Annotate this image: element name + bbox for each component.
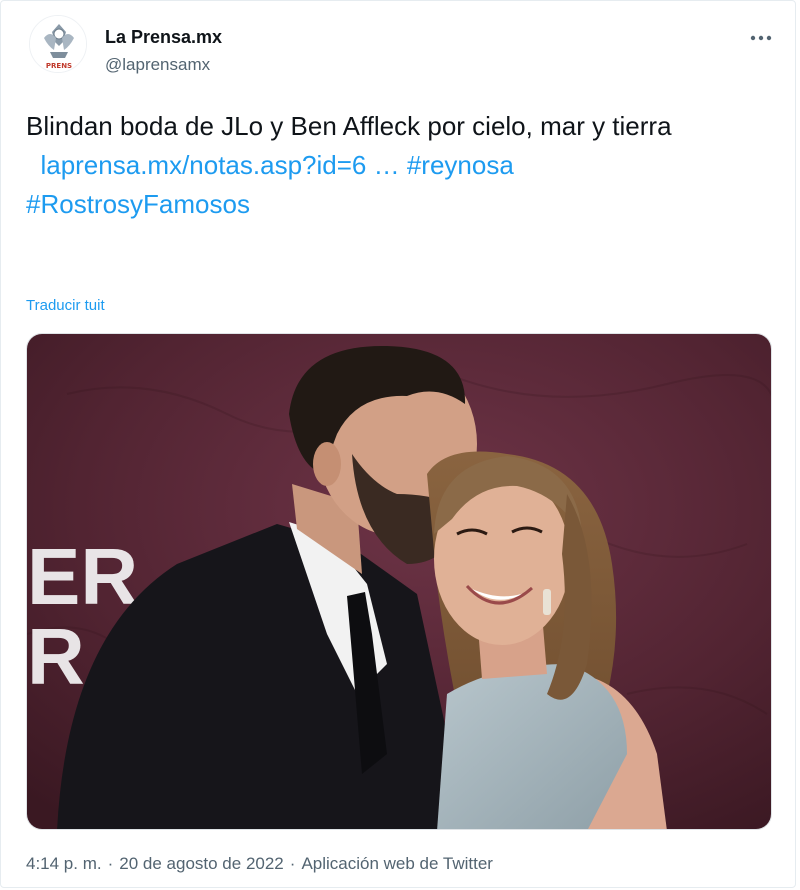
meta-separator: · [107,854,114,873]
author-handle[interactable]: @laprensamx [105,55,210,75]
tweet-text: Blindan boda de JLo y Ben Affleck por ci… [26,107,766,224]
more-options-button[interactable] [741,23,781,53]
author-name[interactable]: La Prensa.mx [105,27,222,48]
hashtag-rostrosyfamosos[interactable]: #RostrosyFamosos [26,189,250,219]
meta-separator: · [289,854,296,873]
tweet-meta: 4:14 p. m. · 20 de agosto de 2022 · Aplicaci… [26,854,493,874]
author-avatar[interactable]: PRENS [29,15,87,73]
tweet-photo[interactable]: ER R [26,333,772,830]
hashtag-reynosa[interactable]: #reynosa [407,150,514,180]
backdrop-text-er: ER [27,532,138,621]
tweet-source[interactable]: Aplicación web de Twitter [301,854,493,873]
tweet-link[interactable]: laprensa.mx/notas.asp?id=6 … [40,150,399,180]
tweet-time[interactable]: 4:14 p. m. [26,854,102,873]
backdrop-text-r: R [27,612,85,701]
la-prensa-logo-icon: PRENS [30,16,86,72]
tweet-text-body: Blindan boda de JLo y Ben Affleck por ci… [26,111,672,141]
tweet-card: PRENS La Prensa.mx @laprensamx Blindan b… [0,0,796,888]
translate-tweet-link[interactable]: Traducir tuit [26,297,105,314]
couple-photo: ER R [27,334,771,829]
avatar-text: PRENS [46,62,72,70]
tweet-date[interactable]: 20 de agosto de 2022 [119,854,283,873]
more-horizontal-icon [750,35,772,41]
